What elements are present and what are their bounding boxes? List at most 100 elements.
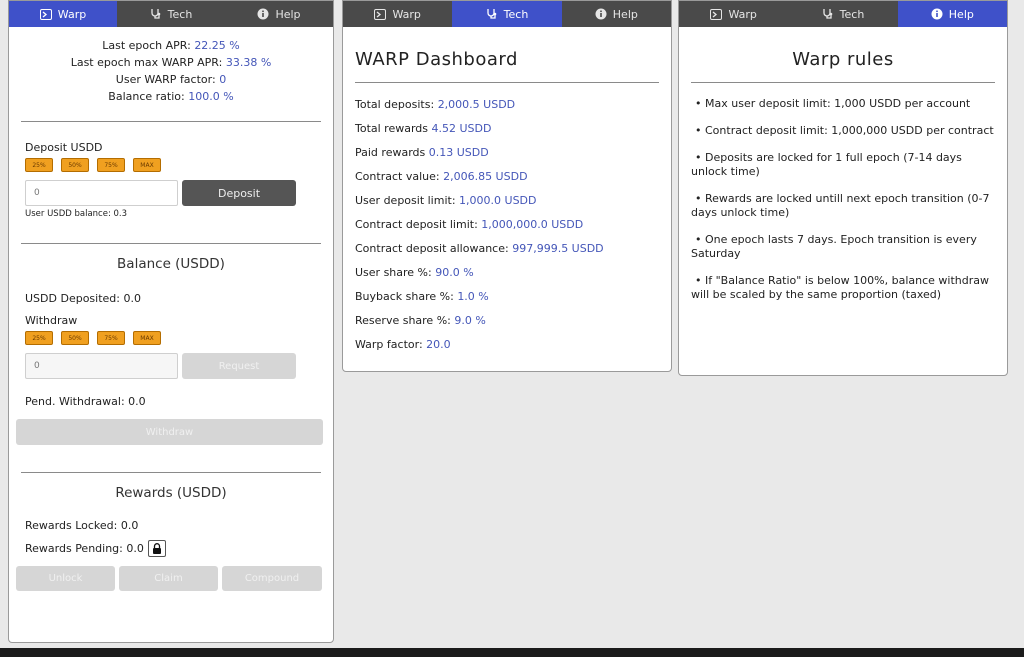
- tab-bar: Warp Tech Help: [343, 1, 671, 27]
- deposit-75-button[interactable]: 75%: [97, 158, 125, 172]
- dashboard-row: Reserve share %: 9.0 %: [355, 314, 486, 327]
- withdraw-max-button[interactable]: MAX: [133, 331, 161, 345]
- divider: [21, 121, 321, 122]
- dashboard-title: WARP Dashboard: [355, 49, 518, 70]
- tab-label: Tech: [167, 7, 193, 21]
- rewards-pending: Rewards Pending: 0.0: [25, 542, 144, 555]
- dashboard-row: Contract deposit limit: 1,000,000.0 USDD: [355, 218, 584, 231]
- unlock-button[interactable]: Unlock: [16, 566, 115, 591]
- tab-label: Warp: [392, 7, 421, 21]
- dashboard-row: Buyback share %: 1.0 %: [355, 290, 489, 303]
- last-epoch-max-apr-value: 33.38 %: [225, 56, 272, 69]
- rocket-icon: [374, 8, 387, 20]
- withdraw-row-bottom: Withdraw: [16, 419, 333, 445]
- stethoscope-icon: [150, 8, 162, 20]
- divider: [21, 472, 321, 473]
- rewards-pending-row: Rewards Pending: 0.0: [25, 540, 333, 557]
- last-epoch-max-apr: Last epoch max WARP APR: 33.38 %: [70, 56, 272, 69]
- tab-warp[interactable]: Warp: [679, 1, 789, 27]
- deposit-button[interactable]: Deposit: [182, 180, 296, 206]
- withdraw-25-button[interactable]: 25%: [25, 331, 53, 345]
- tab-warp[interactable]: Warp: [343, 1, 453, 27]
- request-button[interactable]: Request: [182, 353, 296, 379]
- rule-item: • One epoch lasts 7 days. Epoch transitio…: [691, 233, 977, 260]
- rule-item: • Deposits are locked for 1 full epoch (7…: [691, 151, 962, 178]
- rewards-title: Rewards (USDD): [115, 485, 227, 501]
- tab-bar: Warp Tech Help: [9, 1, 333, 27]
- compound-button[interactable]: Compound: [222, 566, 322, 591]
- tab-help[interactable]: Help: [225, 1, 333, 27]
- usdd-deposited: USDD Deposited: 0.0: [25, 292, 141, 305]
- balance-title: Balance (USDD): [117, 256, 225, 272]
- divider: [355, 82, 659, 83]
- tab-tech[interactable]: Tech: [788, 1, 898, 27]
- deposit-input[interactable]: [25, 180, 178, 206]
- tab-label: Tech: [503, 7, 529, 21]
- stethoscope-icon: [822, 8, 834, 20]
- tab-label: Warp: [57, 7, 87, 21]
- balance-ratio: Balance ratio: 100.0 %: [108, 90, 234, 103]
- deposit-label: Deposit USDD: [25, 141, 103, 154]
- withdraw-75-button[interactable]: 75%: [97, 331, 125, 345]
- tab-bar: Warp Tech Help: [679, 1, 1007, 27]
- rule-item: • Max user deposit limit: 1,000 USDD per …: [695, 97, 971, 110]
- rewards-actions: Unlock Claim Compound: [16, 566, 333, 591]
- tab-label: Help: [612, 7, 638, 21]
- rules-list: • Max user deposit limit: 1,000 USDD per …: [679, 97, 1007, 302]
- rules-title: Warp rules: [792, 49, 894, 70]
- deposit-row: Deposit: [25, 180, 333, 206]
- withdraw-label: Withdraw: [25, 314, 78, 327]
- stethoscope-icon: [486, 8, 498, 20]
- tech-panel: Warp Tech Help WARP Dashboard Total depo…: [342, 0, 672, 372]
- rocket-icon: [710, 8, 723, 20]
- rocket-icon: [39, 8, 52, 20]
- stats-block: Last epoch APR: 22.25 % Last epoch max W…: [9, 37, 333, 105]
- dashboard-row: Warp factor: 20.0: [355, 338, 451, 351]
- deposit-50-button[interactable]: 50%: [61, 158, 89, 172]
- rewards-locked: Rewards Locked: 0.0: [25, 519, 139, 532]
- info-icon: [931, 8, 943, 20]
- rule-item: • Contract deposit limit: 1,000,000 USDD …: [695, 124, 994, 137]
- user-usdd-balance: User USDD balance: 0.3: [25, 209, 128, 219]
- tab-tech[interactable]: Tech: [452, 1, 562, 27]
- withdraw-row: Request: [25, 353, 333, 379]
- tab-help[interactable]: Help: [561, 1, 671, 27]
- balance-ratio-value: 100.0 %: [188, 90, 234, 103]
- user-warp-factor-value: 0: [219, 73, 227, 86]
- tab-label: Help: [948, 7, 974, 21]
- dashboard-row: Total rewards 4.52 USDD: [355, 122, 492, 135]
- dashboard-row: User deposit limit: 1,000.0 USDD: [355, 194, 537, 207]
- withdraw-input[interactable]: [25, 353, 178, 379]
- last-epoch-apr-value: 22.25 %: [194, 39, 240, 52]
- dashboard-row: Contract deposit allowance: 997,999.5 US…: [355, 242, 604, 255]
- divider: [691, 82, 995, 83]
- withdraw-button[interactable]: Withdraw: [16, 419, 323, 445]
- tab-warp[interactable]: Warp: [9, 1, 117, 27]
- dashboard-row: Paid rewards 0.13 USDD: [355, 146, 489, 159]
- deposit-percent-buttons: 25% 50% 75% MAX: [25, 158, 333, 172]
- tab-help[interactable]: Help: [897, 1, 1007, 27]
- info-icon: [595, 8, 607, 20]
- withdraw-50-button[interactable]: 50%: [61, 331, 89, 345]
- rule-item: • If "Balance Ratio" is below 100%, balan…: [691, 274, 989, 301]
- warp-panel: Warp Tech Help Last epoch APR: 22.25 % L…: [8, 0, 334, 643]
- rule-item: • Rewards are locked untill next epoch tr…: [691, 192, 990, 219]
- last-epoch-apr: Last epoch APR: 22.25 %: [102, 39, 240, 52]
- dashboard-row: User share %: 90.0 %: [355, 266, 474, 279]
- info-icon: [257, 8, 269, 20]
- divider: [21, 243, 321, 244]
- pending-withdrawal: Pend. Withdrawal: 0.0: [25, 395, 146, 408]
- taskbar: [0, 648, 1024, 657]
- claim-button[interactable]: Claim: [119, 566, 218, 591]
- tab-label: Warp: [728, 7, 757, 21]
- deposit-max-button[interactable]: MAX: [133, 158, 161, 172]
- deposit-25-button[interactable]: 25%: [25, 158, 53, 172]
- dashboard-row: Total deposits: 2,000.5 USDD: [355, 98, 516, 111]
- dashboard-list: Total deposits: 2,000.5 USDD Total rewar…: [343, 93, 671, 357]
- lock-icon[interactable]: [147, 540, 166, 557]
- user-warp-factor: User WARP factor: 0: [115, 73, 227, 86]
- tab-tech[interactable]: Tech: [117, 1, 225, 27]
- tab-label: Tech: [839, 7, 865, 21]
- withdraw-percent-buttons: 25% 50% 75% MAX: [25, 331, 333, 345]
- help-panel: Warp Tech Help Warp rules • Max user depo…: [678, 0, 1008, 376]
